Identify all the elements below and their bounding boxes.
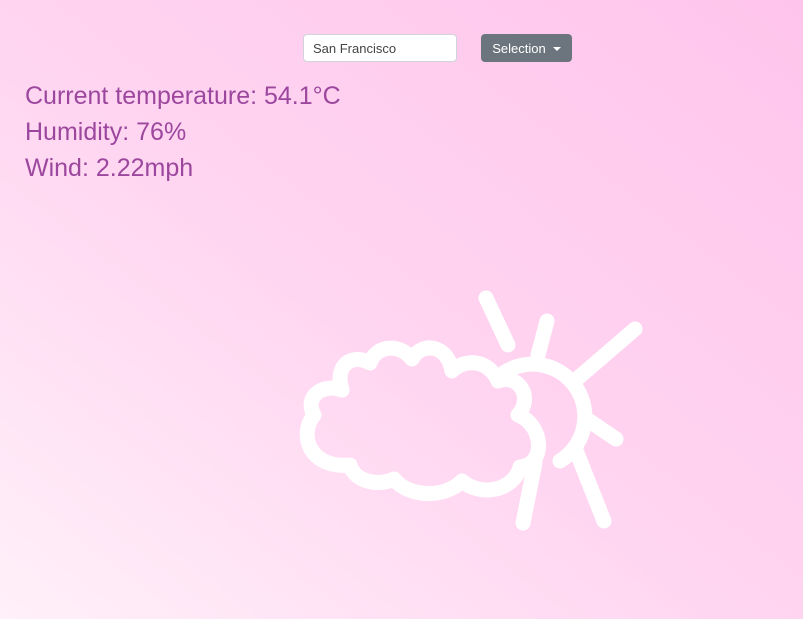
wind-speed: Wind: 2.22mph <box>25 154 194 182</box>
city-search-input[interactable] <box>303 34 457 62</box>
selection-button-label: Selection <box>492 40 546 56</box>
sun-ray <box>570 321 643 386</box>
weather-info: Current temperature: 54.1°C Humidity: 76… <box>25 78 341 186</box>
sun-ray <box>530 313 555 363</box>
current-temperature: Current temperature: 54.1°C <box>25 82 341 110</box>
sun-ray <box>580 412 624 447</box>
chevron-down-icon <box>552 46 561 51</box>
humidity: Humidity: 76% <box>25 118 187 146</box>
sun-ray <box>478 290 516 353</box>
selection-dropdown-button[interactable]: Selection <box>481 34 572 62</box>
partly-cloudy-icon <box>299 290 643 531</box>
sun-ray <box>567 440 612 529</box>
